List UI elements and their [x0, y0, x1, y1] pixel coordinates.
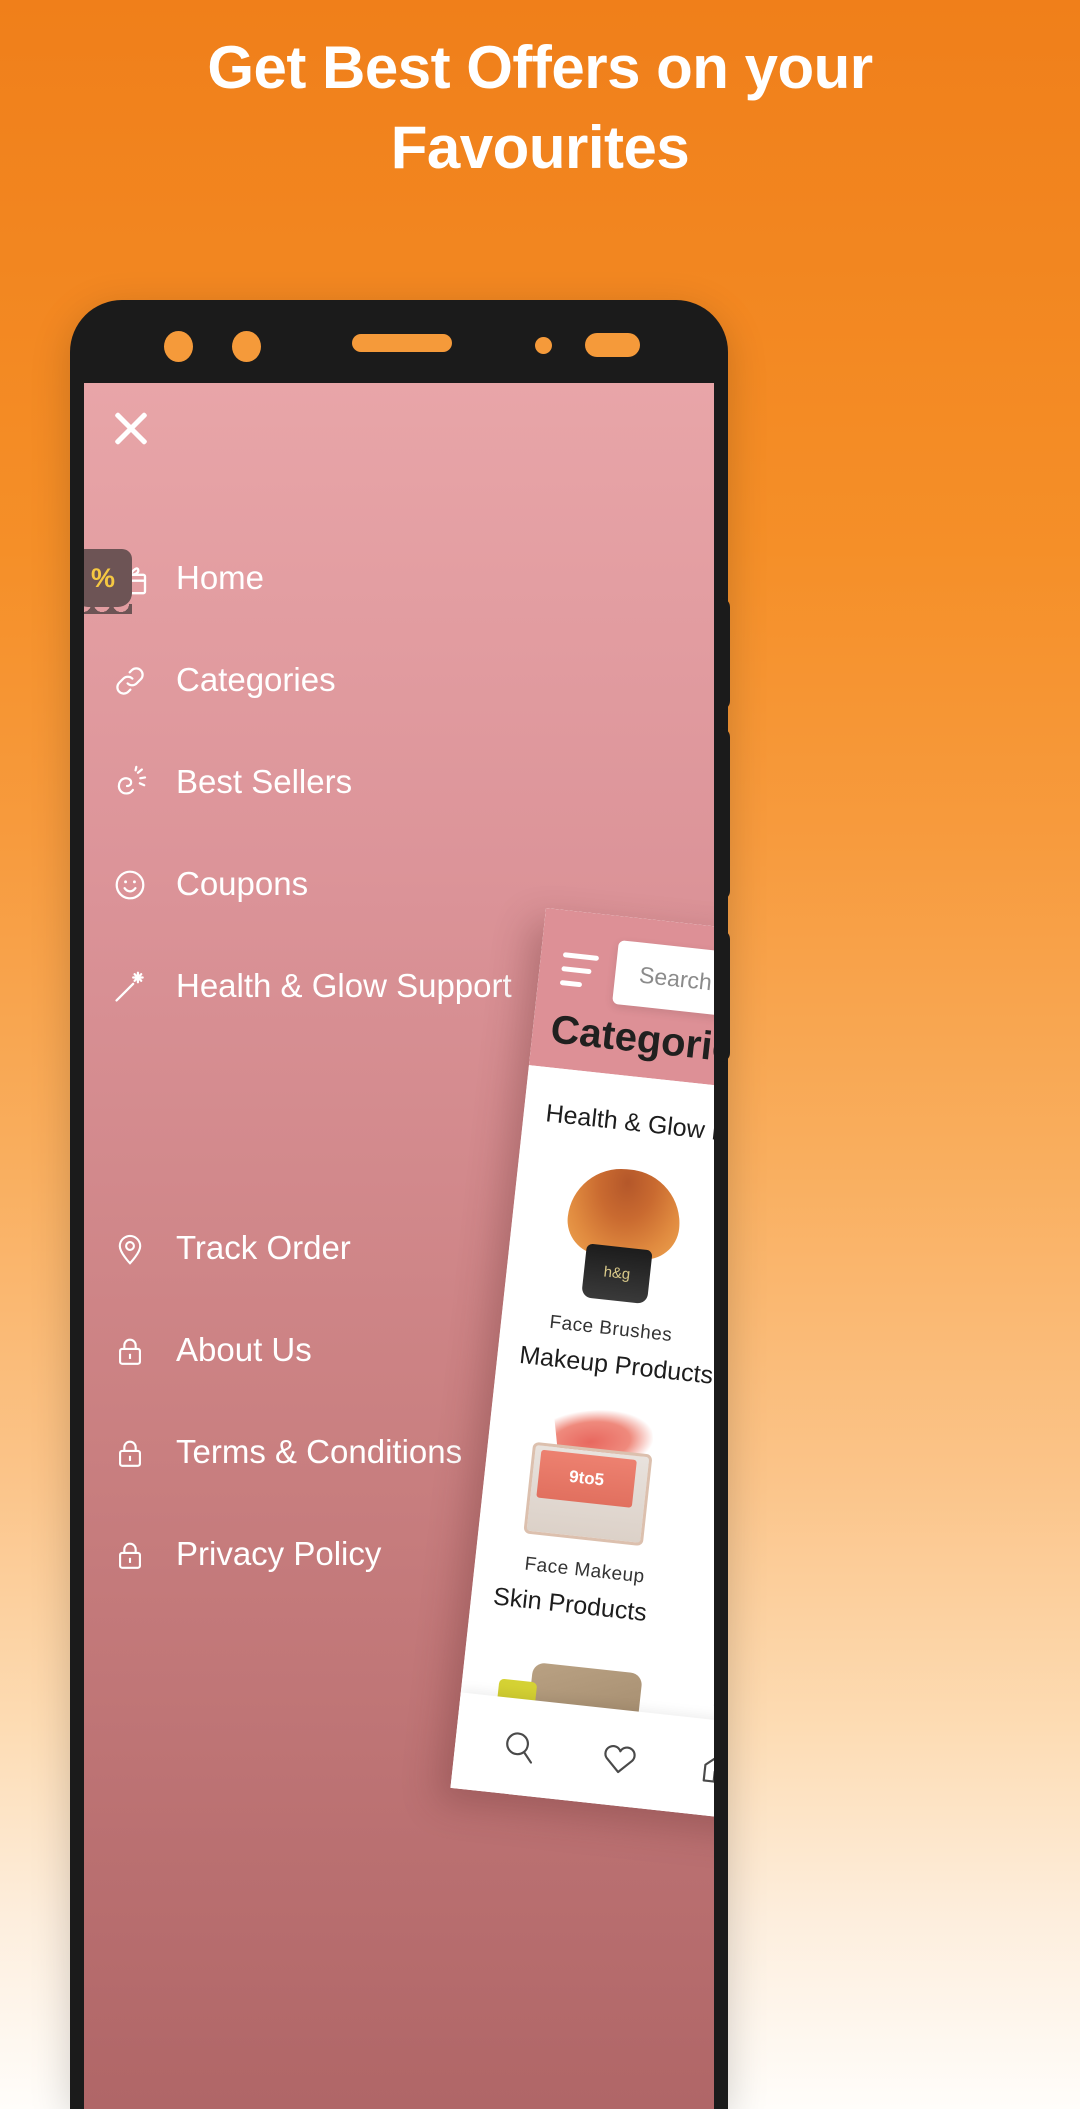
smiley-icon: [108, 863, 152, 907]
link-icon: [108, 659, 152, 703]
sidebar-item-label: Categories: [176, 661, 336, 698]
sidebar-item-label: Health & Glow Support: [176, 967, 512, 1004]
sidebar-item-label: Best Sellers: [176, 763, 353, 800]
volume-up-button[interactable]: [712, 728, 730, 900]
gift-icon: %: [84, 549, 152, 614]
kabuki-brush-image: [528, 1138, 714, 1323]
sidebar-item-label: Track Order: [176, 1229, 351, 1266]
click-hand-icon: [108, 761, 152, 805]
hamburger-icon[interactable]: [559, 952, 600, 998]
headline-line-2: Favourites: [390, 113, 690, 181]
front-camera-icon: [164, 331, 193, 362]
sidebar-item-label: About Us: [176, 1331, 312, 1368]
heart-icon[interactable]: [597, 1736, 641, 1780]
sidebar-item-categories[interactable]: Categories: [84, 657, 714, 709]
front-sensor-icon: [232, 331, 261, 362]
sidebar-item-label: Privacy Policy: [176, 1535, 382, 1572]
sidebar-item-label: Home: [176, 559, 265, 596]
lock-icon: [108, 1533, 152, 1577]
lock-icon: [108, 1431, 152, 1475]
sidebar-item-home[interactable]: % Home: [84, 549, 714, 614]
lock-icon: [108, 1329, 152, 1373]
page-headline: Get Best Offers on your Favourites: [0, 28, 1080, 188]
home-icon[interactable]: [697, 1747, 714, 1791]
navigation-drawer: % Home Categories Best Sellers Coupons H…: [84, 383, 714, 2109]
category-tile-face-makeup[interactable]: Face Makeup: [484, 1374, 704, 1592]
category-tile-face-brushes[interactable]: Face Brushes: [510, 1133, 714, 1351]
blusher-pan-image: [502, 1380, 689, 1565]
offer-badge-icon: %: [84, 549, 132, 614]
category-row: Face Brushes Scrubs: [500, 1132, 714, 1375]
sidebar-item-label: Coupons: [176, 865, 309, 902]
volume-down-button[interactable]: [712, 930, 730, 1062]
magic-wand-icon: [108, 965, 152, 1009]
search-icon[interactable]: [497, 1725, 541, 1769]
location-pin-icon: [108, 1227, 152, 1271]
earpiece-speaker: [352, 334, 452, 352]
page-title: Categories: [548, 1007, 714, 1074]
notification-led: [585, 333, 640, 357]
headline-line-1: Get Best Offers on your: [207, 34, 873, 101]
sidebar-item-label: Terms & Conditions: [176, 1433, 463, 1470]
sidebar-item-best-sellers[interactable]: Best Sellers: [84, 759, 714, 811]
sidebar-item-coupons[interactable]: Coupons: [84, 861, 714, 913]
proximity-sensor-icon: [535, 337, 552, 354]
category-row: Face Makeup Lips Makeup: [474, 1373, 714, 1616]
power-button[interactable]: [712, 598, 730, 710]
lipstick-image: [701, 1402, 714, 1587]
close-icon[interactable]: [110, 407, 152, 449]
